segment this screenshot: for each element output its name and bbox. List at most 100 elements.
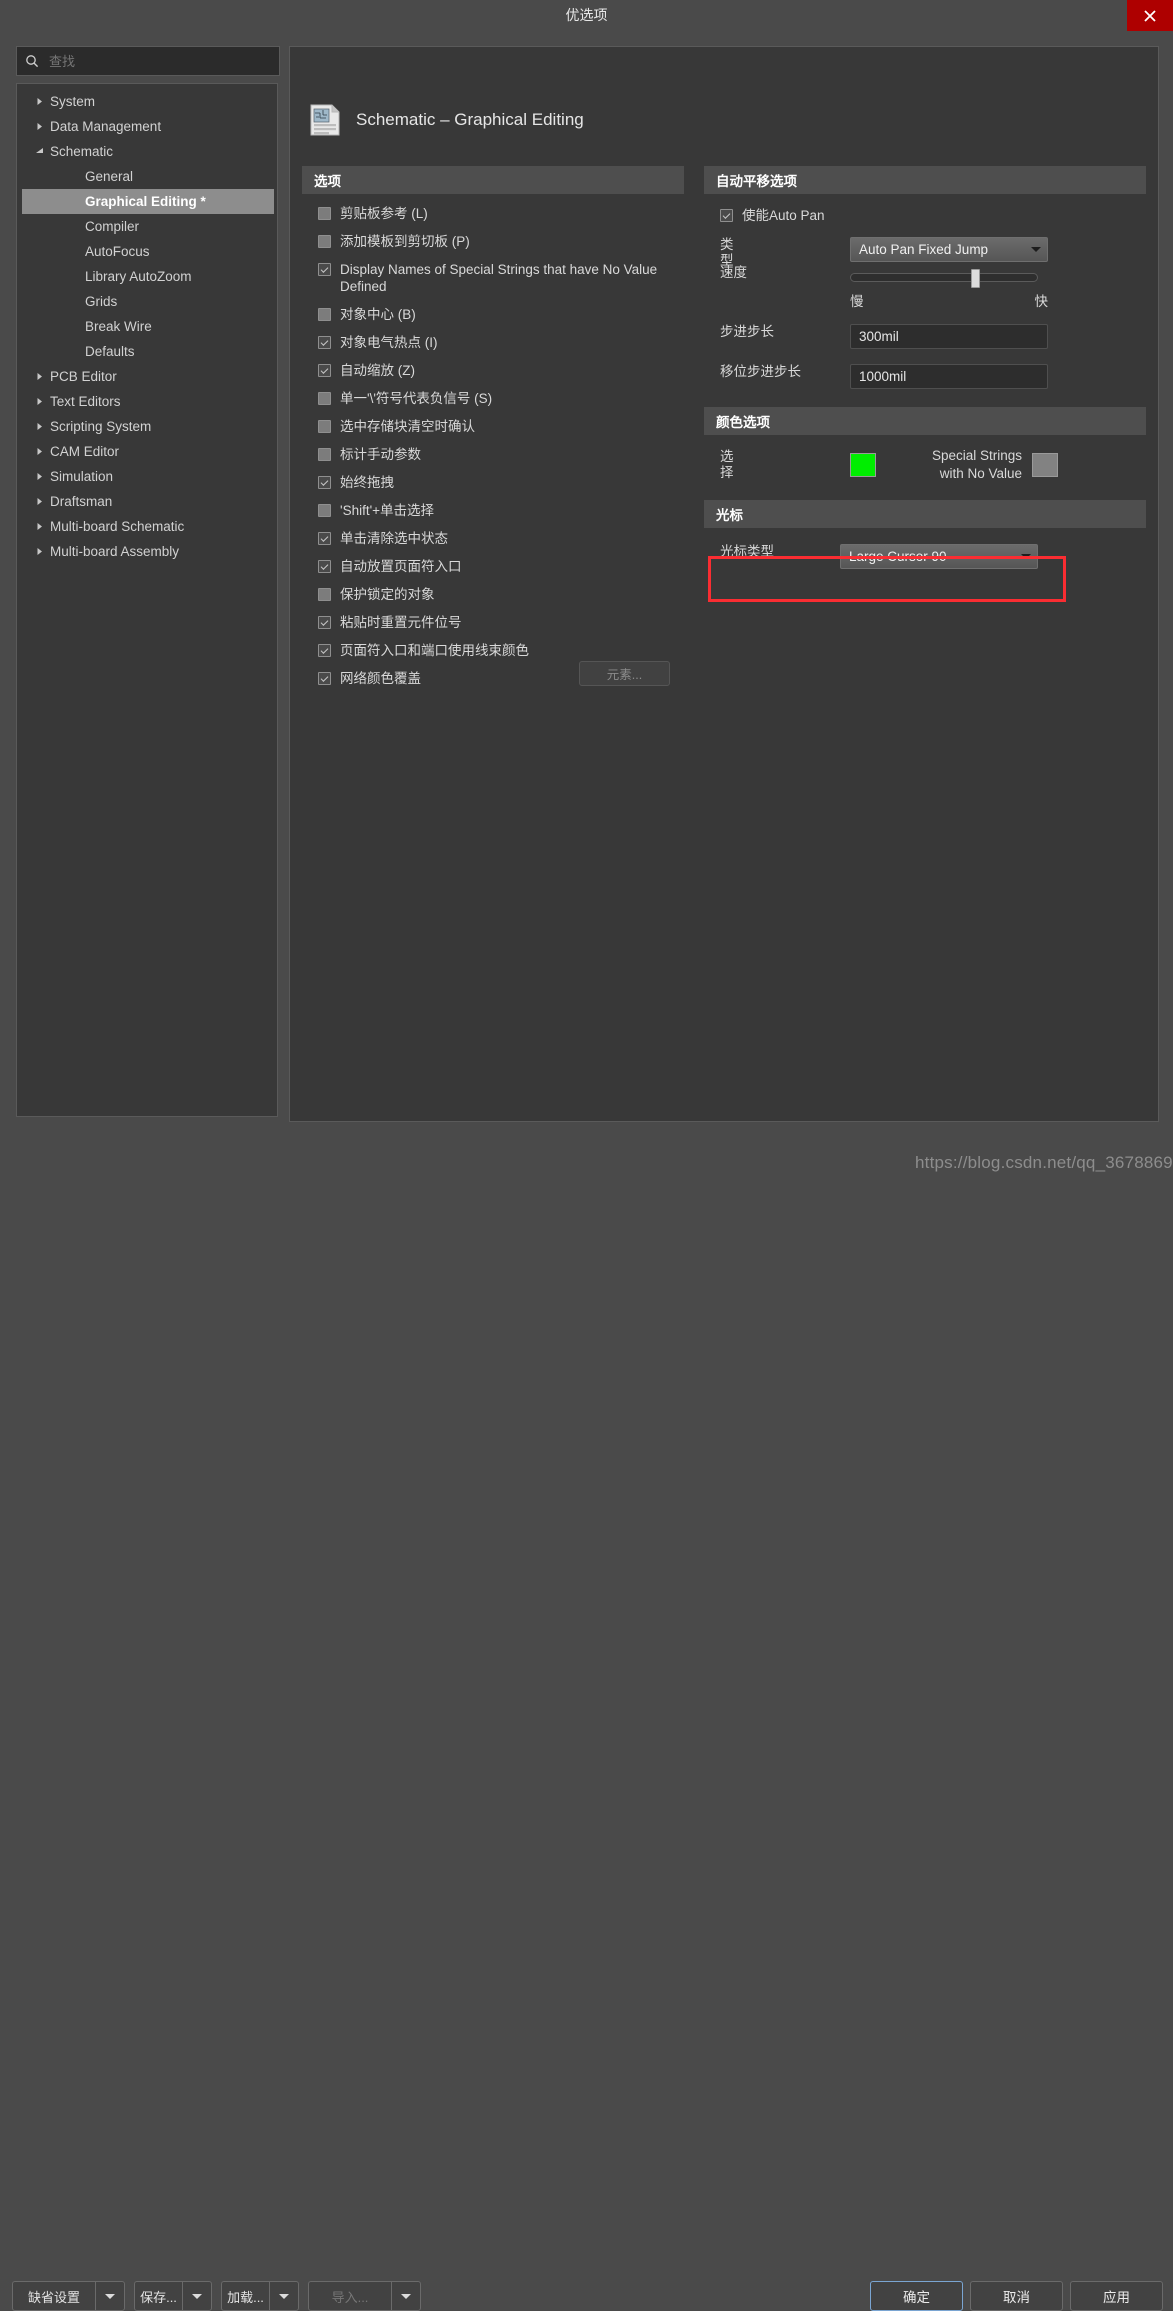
caret-glyph <box>192 2294 202 2299</box>
option-row[interactable]: 自动缩放 (Z) <box>302 362 684 379</box>
special-strings-color-swatch[interactable] <box>1032 453 1058 477</box>
cancel-button[interactable]: 取消 <box>970 2281 1063 2311</box>
chevron-right-icon[interactable] <box>31 497 47 506</box>
sidebar-item-library-autozoom[interactable]: Library AutoZoom <box>17 264 277 289</box>
footer-button-main[interactable]: 加载... <box>221 2281 269 2311</box>
autopan-speed-slider[interactable] <box>850 269 1048 285</box>
slider-thumb[interactable] <box>971 269 980 288</box>
sidebar-item-simulation[interactable]: Simulation <box>17 464 277 489</box>
option-row[interactable]: 对象电气热点 (I) <box>302 334 684 351</box>
chevron-right-icon[interactable] <box>31 97 47 106</box>
sidebar-item-cam-editor[interactable]: CAM Editor <box>17 439 277 464</box>
option-checkbox[interactable] <box>318 308 331 321</box>
option-checkbox[interactable] <box>318 364 331 377</box>
search-input[interactable] <box>47 53 261 70</box>
sidebar-item-multi-board-assembly[interactable]: Multi-board Assembly <box>17 539 277 564</box>
option-row[interactable]: 保护锁定的对象 <box>302 586 684 603</box>
ok-button[interactable]: 确定 <box>870 2281 963 2311</box>
option-checkbox[interactable] <box>318 235 331 248</box>
sidebar-item-scripting-system[interactable]: Scripting System <box>17 414 277 439</box>
option-checkbox[interactable] <box>318 504 331 517</box>
autopan-type-select[interactable]: Auto Pan Fixed Jump <box>850 237 1048 262</box>
shift-step-size-input[interactable] <box>850 364 1048 389</box>
chevron-right-icon[interactable] <box>31 547 47 556</box>
enable-autopan-checkbox[interactable] <box>720 209 733 222</box>
chevron-right-icon[interactable] <box>31 372 47 381</box>
close-icon[interactable] <box>1127 0 1173 31</box>
chevron-down-icon[interactable] <box>269 2281 299 2311</box>
option-checkbox[interactable] <box>318 476 331 489</box>
option-checkbox[interactable] <box>318 588 331 601</box>
selection-color-swatch[interactable] <box>850 453 876 477</box>
option-checkbox[interactable] <box>318 644 331 657</box>
sidebar-item-schematic[interactable]: Schematic <box>17 139 277 164</box>
option-label: 页面符入口和端口使用线束颜色 <box>340 642 529 659</box>
option-row[interactable]: 页面符入口和端口使用线束颜色 <box>302 642 684 659</box>
option-row[interactable]: 单击清除选中状态 <box>302 530 684 547</box>
option-row[interactable]: Display Names of Special Strings that ha… <box>302 261 684 295</box>
footer-button-main[interactable]: 缺省设置 <box>12 2281 95 2311</box>
enable-autopan-row[interactable]: 使能Auto Pan <box>704 207 1146 224</box>
sidebar-item-label: Multi-board Schematic <box>50 519 184 534</box>
option-checkbox[interactable] <box>318 336 331 349</box>
search-box[interactable] <box>16 46 280 76</box>
footer-split-button[interactable]: 加载... <box>221 2281 299 2311</box>
elements-button[interactable]: 元素... <box>579 661 670 686</box>
option-checkbox[interactable] <box>318 448 331 461</box>
option-row[interactable]: 单一'\'符号代表负信号 (S) <box>302 390 684 407</box>
sidebar-item-multi-board-schematic[interactable]: Multi-board Schematic <box>17 514 277 539</box>
sidebar-item-autofocus[interactable]: AutoFocus <box>17 239 277 264</box>
preferences-tree[interactable]: System Data Management Schematic General Gra… <box>16 83 278 1117</box>
sidebar-item-break-wire[interactable]: Break Wire <box>17 314 277 339</box>
sidebar-item-compiler[interactable]: Compiler <box>17 214 277 239</box>
chevron-right-icon[interactable] <box>31 522 47 531</box>
sidebar-item-system[interactable]: System <box>17 89 277 114</box>
chevron-down-icon[interactable] <box>95 2281 125 2311</box>
sidebar-item-data-management[interactable]: Data Management <box>17 114 277 139</box>
option-checkbox[interactable] <box>318 420 331 433</box>
option-row[interactable]: 剪贴板参考 (L) <box>302 205 684 222</box>
chevron-down-icon[interactable] <box>182 2281 212 2311</box>
footer-split-button[interactable]: 保存... <box>134 2281 212 2311</box>
sidebar-item-text-editors[interactable]: Text Editors <box>17 389 277 414</box>
option-checkbox[interactable] <box>318 207 331 220</box>
option-row[interactable]: 始终拖拽 <box>302 474 684 491</box>
option-checkbox[interactable] <box>318 263 331 276</box>
sidebar-item-label: System <box>50 94 95 109</box>
sidebar-item-label: Schematic <box>50 144 113 159</box>
color-options-row: 选 择 Special Strings with No Value <box>704 447 1146 483</box>
option-checkbox[interactable] <box>318 560 331 573</box>
sidebar-item-label: General <box>85 169 133 184</box>
chevron-down-icon[interactable] <box>31 147 47 156</box>
sidebar-item-grids[interactable]: Grids <box>17 289 277 314</box>
chevron-right-icon[interactable] <box>31 422 47 431</box>
chevron-right-icon[interactable] <box>31 397 47 406</box>
chevron-right-icon[interactable] <box>31 447 47 456</box>
option-row[interactable]: 对象中心 (B) <box>302 306 684 323</box>
sidebar-item-pcb-editor[interactable]: PCB Editor <box>17 364 277 389</box>
apply-button[interactable]: 应用 <box>1070 2281 1163 2311</box>
chevron-right-icon[interactable] <box>31 472 47 481</box>
option-row[interactable]: 自动放置页面符入口 <box>302 558 684 575</box>
option-row[interactable]: 添加模板到剪切板 (P) <box>302 233 684 250</box>
sidebar-item-label: PCB Editor <box>50 369 117 384</box>
option-row[interactable]: 粘贴时重置元件位号 <box>302 614 684 631</box>
option-checkbox[interactable] <box>318 672 331 685</box>
footer-button-main[interactable]: 保存... <box>134 2281 182 2311</box>
option-row[interactable]: 选中存储块清空时确认 <box>302 418 684 435</box>
option-checkbox[interactable] <box>318 392 331 405</box>
sidebar-item-graphical-editing[interactable]: Graphical Editing * <box>22 189 274 214</box>
chevron-down-icon[interactable] <box>391 2281 421 2311</box>
option-checkbox[interactable] <box>318 616 331 629</box>
step-size-input[interactable] <box>850 324 1048 349</box>
window-title: 优选项 <box>0 0 1173 31</box>
footer-split-button[interactable]: 缺省设置 <box>12 2281 125 2311</box>
option-row[interactable]: 标计手动参数 <box>302 446 684 463</box>
option-row[interactable]: 'Shift'+单击选择 <box>302 502 684 519</box>
option-checkbox[interactable] <box>318 532 331 545</box>
sidebar-item-defaults[interactable]: Defaults <box>17 339 277 364</box>
sidebar-item-draftsman[interactable]: Draftsman <box>17 489 277 514</box>
chevron-right-icon[interactable] <box>31 122 47 131</box>
cursor-type-select[interactable]: Large Cursor 90 <box>840 544 1038 569</box>
sidebar-item-general[interactable]: General <box>17 164 277 189</box>
